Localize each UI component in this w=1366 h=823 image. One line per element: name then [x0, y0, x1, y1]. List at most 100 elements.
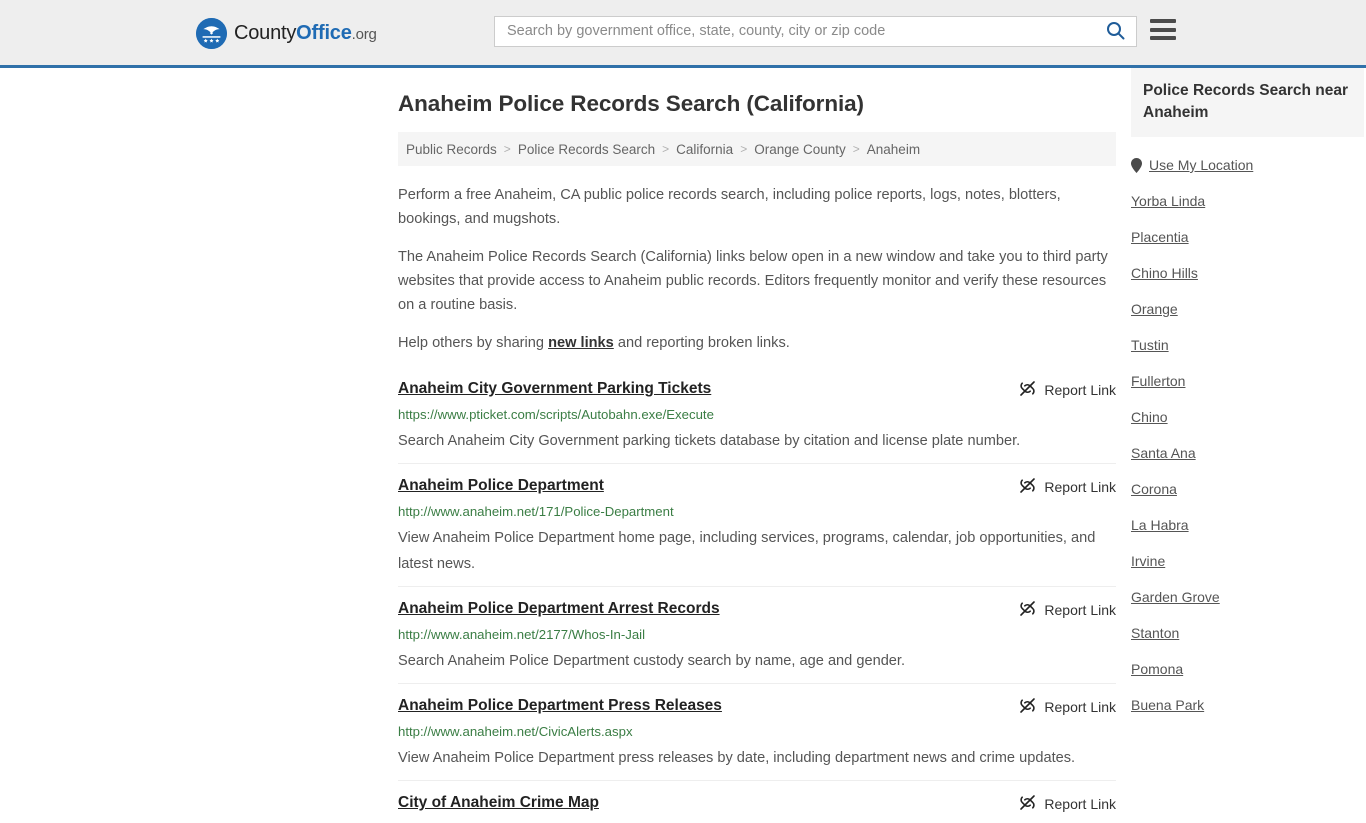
- nearby-city-link[interactable]: Corona: [1131, 481, 1177, 497]
- nearby-list-item[interactable]: Irvine: [1131, 543, 1364, 579]
- nearby-city-link[interactable]: Buena Park: [1131, 697, 1204, 713]
- nearby-city-link[interactable]: La Habra: [1131, 517, 1189, 533]
- nearby-list-item[interactable]: Fullerton: [1131, 363, 1364, 399]
- nearby-city-link[interactable]: Yorba Linda: [1131, 193, 1205, 209]
- breadcrumb-item-anaheim: Anaheim: [866, 141, 921, 157]
- page-title: Anaheim Police Records Search (Californi…: [398, 91, 864, 116]
- result-header: City of Anaheim Crime Map Report Link: [398, 793, 1116, 814]
- intro-paragraph-1: Perform a free Anaheim, CA public police…: [398, 187, 1061, 227]
- result-header: Anaheim City Government Parking Tickets R…: [398, 379, 1116, 400]
- result-title-link[interactable]: Anaheim Police Department Arrest Records: [398, 599, 720, 619]
- report-link-button[interactable]: Report Link: [1003, 600, 1116, 620]
- result-url[interactable]: http://www.anaheim.net/CivicAlerts.aspx: [398, 723, 1116, 741]
- search-icon: [1106, 21, 1125, 43]
- report-link-label: Report Link: [1044, 382, 1116, 398]
- logo-text-office: Office: [296, 22, 352, 44]
- site-header: CountyOffice.org: [0, 0, 1366, 68]
- hamburger-bar-2: [1150, 27, 1176, 32]
- result-description: Search Anaheim Police Department custody…: [398, 653, 906, 669]
- nearby-city-link[interactable]: Santa Ana: [1131, 445, 1196, 461]
- nearby-city-link[interactable]: Orange: [1131, 301, 1178, 317]
- nearby-list-item[interactable]: Buena Park: [1131, 687, 1364, 723]
- nearby-list-item[interactable]: Chino: [1131, 399, 1364, 435]
- nearby-list-item[interactable]: La Habra: [1131, 507, 1364, 543]
- map-pin-icon: [1131, 157, 1142, 173]
- search-bar[interactable]: [494, 16, 1137, 47]
- report-link-button[interactable]: Report Link: [1003, 477, 1116, 497]
- result-description: View Anaheim Police Department press rel…: [398, 750, 1076, 766]
- result-item: Anaheim Police Department Arrest Records…: [398, 586, 1116, 683]
- nearby-city-link[interactable]: Chino: [1131, 409, 1168, 425]
- nearby-city-link[interactable]: Chino Hills: [1131, 265, 1198, 281]
- result-description: Search Anaheim City Government parking t…: [398, 433, 1021, 449]
- result-item: City of Anaheim Crime Map Report Link: [398, 780, 1116, 823]
- result-title-link[interactable]: Anaheim City Government Parking Tickets: [398, 379, 711, 399]
- breadcrumb-separator: >: [503, 142, 511, 156]
- sidebar: Police Records Search near Anaheim Use M…: [1131, 68, 1364, 723]
- use-my-location-link[interactable]: Use My Location: [1131, 157, 1253, 173]
- nearby-list-item[interactable]: Orange: [1131, 291, 1364, 327]
- result-title-link[interactable]: Anaheim Police Department: [398, 476, 604, 496]
- result-url[interactable]: http://www.anaheim.net/2177/Whos-In-Jail: [398, 626, 1116, 644]
- eagle-seal-icon: [196, 18, 227, 49]
- broken-link-icon: [1019, 697, 1036, 717]
- logo-text-county: County: [234, 22, 297, 44]
- breadcrumb: Public Records > Police Records Search >…: [398, 132, 1116, 166]
- new-links-link[interactable]: new links: [548, 335, 614, 351]
- sidebar-header: Police Records Search near Anaheim: [1131, 68, 1364, 137]
- report-link-button[interactable]: Report Link: [1003, 697, 1116, 717]
- nearby-city-link[interactable]: Irvine: [1131, 553, 1165, 569]
- nearby-list-item[interactable]: Placentia: [1131, 219, 1364, 255]
- nearby-city-link[interactable]: Fullerton: [1131, 373, 1185, 389]
- nearby-list: Use My Location Yorba Linda Placentia Chin…: [1131, 147, 1364, 723]
- breadcrumb-item-police-records-search[interactable]: Police Records Search: [518, 142, 655, 157]
- result-item: Anaheim Police Department Press Releases…: [398, 683, 1116, 780]
- breadcrumb-item-public-records[interactable]: Public Records: [406, 142, 497, 157]
- result-url[interactable]: http://www.anaheim.net/171/Police-Depart…: [398, 503, 1116, 521]
- report-link-label: Report Link: [1044, 602, 1116, 618]
- breadcrumb-separator: >: [740, 142, 748, 156]
- result-description: View Anaheim Police Department home page…: [398, 530, 1096, 572]
- site-logo-text: CountyOffice.org: [234, 22, 377, 45]
- broken-link-icon: [1019, 600, 1036, 620]
- use-my-location-item[interactable]: Use My Location: [1131, 147, 1364, 183]
- result-url[interactable]: https://www.pticket.com/scripts/Autobahn…: [398, 406, 1116, 424]
- result-title-link[interactable]: Anaheim Police Department Press Releases: [398, 696, 722, 716]
- hamburger-menu-icon[interactable]: [1150, 19, 1176, 40]
- result-title-link[interactable]: City of Anaheim Crime Map: [398, 793, 599, 813]
- header-inner: CountyOffice.org: [0, 0, 1366, 65]
- nearby-city-link[interactable]: Pomona: [1131, 661, 1183, 677]
- intro-paragraph-2: The Anaheim Police Records Search (Calif…: [398, 249, 1108, 313]
- broken-link-icon: [1019, 380, 1036, 400]
- broken-link-icon: [1019, 794, 1036, 814]
- breadcrumb-separator: >: [662, 142, 670, 156]
- nearby-list-item[interactable]: Santa Ana: [1131, 435, 1364, 471]
- nearby-list-item[interactable]: Garden Grove: [1131, 579, 1364, 615]
- main-column: Anaheim Police Records Search (Californi…: [398, 68, 1116, 823]
- nearby-list-item[interactable]: Yorba Linda: [1131, 183, 1364, 219]
- nearby-city-link[interactable]: Tustin: [1131, 337, 1169, 353]
- breadcrumb-separator: >: [852, 142, 860, 156]
- breadcrumb-item-california[interactable]: California: [676, 142, 733, 157]
- intro-p3-after: and reporting broken links.: [613, 335, 790, 351]
- results-list: Anaheim City Government Parking Tickets R…: [398, 369, 1116, 823]
- report-link-label: Report Link: [1044, 479, 1116, 495]
- logo-text-org: .org: [351, 26, 377, 43]
- result-item: Anaheim City Government Parking Tickets R…: [398, 369, 1116, 463]
- nearby-list-item[interactable]: Stanton: [1131, 615, 1364, 651]
- nearby-city-link[interactable]: Garden Grove: [1131, 589, 1220, 605]
- report-link-button[interactable]: Report Link: [1003, 380, 1116, 400]
- nearby-list-item[interactable]: Tustin: [1131, 327, 1364, 363]
- nearby-city-link[interactable]: Stanton: [1131, 625, 1179, 641]
- site-logo[interactable]: CountyOffice.org: [196, 18, 377, 49]
- report-link-button[interactable]: Report Link: [1003, 794, 1116, 814]
- search-button[interactable]: [1102, 17, 1136, 46]
- sidebar-title: Police Records Search near Anaheim: [1143, 82, 1349, 121]
- nearby-list-item[interactable]: Pomona: [1131, 651, 1364, 687]
- breadcrumb-item-orange-county[interactable]: Orange County: [754, 142, 846, 157]
- search-input[interactable]: [495, 17, 1102, 46]
- nearby-list-item[interactable]: Chino Hills: [1131, 255, 1364, 291]
- nearby-list-item[interactable]: Corona: [1131, 471, 1364, 507]
- report-link-label: Report Link: [1044, 796, 1116, 812]
- nearby-city-link[interactable]: Placentia: [1131, 229, 1189, 245]
